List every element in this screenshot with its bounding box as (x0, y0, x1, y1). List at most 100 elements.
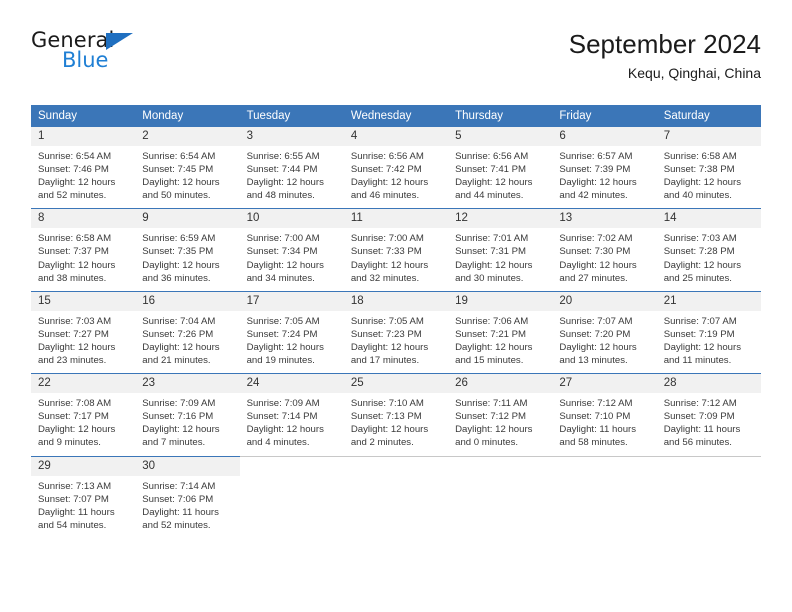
day-details: Sunrise: 7:00 AM Sunset: 7:33 PM Daylight:… (344, 228, 448, 290)
calendar-day-cell[interactable]: 14 Sunrise: 7:03 AM Sunset: 7:28 PM Dayligh… (656, 208, 761, 290)
calendar-day-cell[interactable]: 28 Sunrise: 7:12 AM Sunset: 7:09 PM Dayligh… (656, 373, 761, 455)
calendar-day-cell[interactable]: 27 Sunrise: 7:12 AM Sunset: 7:10 PM Dayligh… (552, 373, 657, 455)
calendar-day-cell[interactable]: 1 Sunrise: 6:54 AM Sunset: 7:46 PM Daylight… (31, 127, 136, 208)
sunset-text: Sunset: 7:06 PM (142, 493, 214, 505)
calendar-day-cell[interactable]: 23 Sunrise: 7:09 AM Sunset: 7:16 PM Dayligh… (135, 373, 240, 455)
calendar-week-row: 22 Sunrise: 7:08 AM Sunset: 7:17 PM Dayligh… (31, 373, 761, 455)
calendar-day-cell[interactable]: 5 Sunrise: 6:56 AM Sunset: 7:41 PM Daylight… (448, 127, 553, 208)
calendar-day-cell[interactable]: 9 Sunrise: 6:59 AM Sunset: 7:35 PM Daylight… (135, 208, 240, 290)
calendar-day-cell[interactable] (552, 455, 657, 538)
calendar-day-cell[interactable]: 21 Sunrise: 7:07 AM Sunset: 7:19 PM Dayligh… (656, 290, 761, 373)
daylight-text-line1: Daylight: 12 hours (246, 177, 324, 189)
calendar-day-cell[interactable]: 25 Sunrise: 7:10 AM Sunset: 7:13 PM Dayligh… (343, 373, 449, 455)
sunrise-text: Sunrise: 7:09 AM (142, 398, 216, 410)
day-number: 6 (552, 127, 657, 146)
daylight-text-line1: Daylight: 12 hours (350, 259, 429, 271)
sunrise-text: Sunrise: 6:55 AM (246, 151, 320, 162)
daylight-text-line1: Daylight: 11 hours (38, 506, 115, 518)
day-details: Sunrise: 7:01 AM Sunset: 7:31 PM Daylight:… (448, 228, 552, 290)
sunrise-text: Sunrise: 6:54 AM (142, 151, 216, 162)
calendar-day-cell[interactable] (448, 455, 553, 538)
daylight-text-line1: Daylight: 12 hours (350, 424, 429, 436)
daylight-text-line1: Daylight: 12 hours (142, 177, 220, 189)
sunset-text: Sunset: 7:24 PM (246, 328, 318, 340)
day-details: Sunrise: 7:07 AM Sunset: 7:19 PM Daylight:… (657, 311, 761, 373)
calendar-day: 29 Sunrise: 7:13 AM Sunset: 7:07 PM Dayligh… (31, 455, 136, 538)
day-number: 25 (343, 374, 449, 394)
sunrise-text: Sunrise: 7:00 AM (246, 233, 320, 245)
calendar-day: 20 Sunrise: 7:07 AM Sunset: 7:20 PM Dayligh… (552, 290, 657, 373)
daylight-text-line2: and 4 minutes. (246, 437, 310, 449)
day-number: 21 (656, 291, 761, 311)
daylight-text-line1: Daylight: 12 hours (559, 177, 637, 189)
sunrise-text: Sunrise: 7:12 AM (559, 398, 633, 410)
calendar-week-row: 1 Sunrise: 6:54 AM Sunset: 7:46 PM Daylight… (31, 127, 761, 208)
calendar-day-cell[interactable]: 10 Sunrise: 7:00 AM Sunset: 7:34 PM Dayligh… (239, 208, 344, 290)
daylight-text-line2: and 32 minutes. (350, 272, 420, 284)
sunset-text: Sunset: 7:23 PM (350, 328, 422, 340)
sunrise-text: Sunrise: 7:00 AM (350, 233, 424, 245)
daylight-text-line2: and 17 minutes. (350, 355, 420, 367)
sunrise-text: Sunrise: 6:59 AM (142, 233, 216, 245)
calendar-day: 17 Sunrise: 7:05 AM Sunset: 7:24 PM Dayligh… (239, 290, 344, 373)
daylight-text-line1: Daylight: 12 hours (142, 341, 220, 353)
calendar-day-cell[interactable]: 24 Sunrise: 7:09 AM Sunset: 7:14 PM Dayligh… (239, 373, 344, 455)
calendar-day-cell[interactable]: 19 Sunrise: 7:06 AM Sunset: 7:21 PM Dayligh… (448, 290, 553, 373)
calendar-day-cell[interactable]: 6 Sunrise: 6:57 AM Sunset: 7:39 PM Daylight… (552, 127, 657, 208)
weekday-header-tuesday: Tuesday (239, 105, 344, 127)
day-details (448, 476, 552, 486)
daylight-text-line1: Daylight: 12 hours (350, 341, 429, 353)
daylight-text-line2: and 21 minutes. (142, 355, 211, 367)
calendar-day-cell[interactable]: 26 Sunrise: 7:11 AM Sunset: 7:12 PM Dayligh… (448, 373, 553, 455)
title-block: September 2024 Kequ, Qinghai, China (569, 28, 761, 83)
logo-text-blue: Blue (62, 48, 109, 72)
daylight-text-line1: Daylight: 12 hours (559, 341, 637, 353)
sunrise-text: Sunrise: 7:09 AM (246, 398, 320, 410)
calendar-day-cell[interactable]: 20 Sunrise: 7:07 AM Sunset: 7:20 PM Dayligh… (552, 290, 657, 373)
sunset-text: Sunset: 7:09 PM (663, 411, 735, 423)
day-number: 22 (31, 374, 136, 394)
day-details: Sunrise: 7:13 AM Sunset: 7:07 PM Daylight:… (31, 476, 135, 538)
calendar-day-cell[interactable]: 15 Sunrise: 7:03 AM Sunset: 7:27 PM Dayligh… (31, 290, 136, 373)
day-details (240, 476, 344, 486)
calendar-day: 8 Sunrise: 6:58 AM Sunset: 7:37 PM Daylight… (31, 208, 136, 290)
sunrise-text: Sunrise: 7:04 AM (142, 315, 216, 327)
sunrise-text: Sunrise: 6:58 AM (663, 151, 737, 162)
day-details (657, 476, 761, 486)
day-number: 9 (135, 209, 240, 229)
calendar-day-cell[interactable]: 4 Sunrise: 6:56 AM Sunset: 7:42 PM Daylight… (343, 127, 449, 208)
calendar-day: 22 Sunrise: 7:08 AM Sunset: 7:17 PM Dayligh… (31, 373, 136, 455)
calendar-day-cell[interactable]: 22 Sunrise: 7:08 AM Sunset: 7:17 PM Dayligh… (31, 373, 136, 455)
sunset-text: Sunset: 7:42 PM (350, 164, 422, 176)
sunset-text: Sunset: 7:10 PM (559, 411, 631, 423)
sunset-text: Sunset: 7:38 PM (663, 164, 735, 176)
day-details: Sunrise: 7:04 AM Sunset: 7:26 PM Daylight:… (135, 311, 239, 373)
calendar-day-cell[interactable] (656, 455, 761, 538)
calendar-day-cell[interactable]: 17 Sunrise: 7:05 AM Sunset: 7:24 PM Dayligh… (239, 290, 344, 373)
calendar-day-cell[interactable] (239, 455, 344, 538)
day-details: Sunrise: 7:10 AM Sunset: 7:13 PM Daylight:… (344, 393, 448, 455)
calendar-day-cell[interactable]: 13 Sunrise: 7:02 AM Sunset: 7:30 PM Dayligh… (552, 208, 657, 290)
weekday-header-wednesday: Wednesday (343, 105, 449, 127)
sunrise-text: Sunrise: 7:13 AM (38, 480, 112, 492)
calendar-day-cell[interactable]: 16 Sunrise: 7:04 AM Sunset: 7:26 PM Dayligh… (135, 290, 240, 373)
daylight-text-line2: and 56 minutes. (663, 437, 732, 449)
calendar-day-cell[interactable]: 18 Sunrise: 7:05 AM Sunset: 7:23 PM Dayligh… (343, 290, 449, 373)
calendar-day-cell[interactable]: 8 Sunrise: 6:58 AM Sunset: 7:37 PM Daylight… (31, 208, 136, 290)
calendar-day-cell[interactable]: 12 Sunrise: 7:01 AM Sunset: 7:31 PM Dayligh… (448, 208, 553, 290)
day-number: 15 (31, 291, 136, 311)
daylight-text-line1: Daylight: 12 hours (455, 177, 533, 189)
calendar-day-cell[interactable]: 11 Sunrise: 7:00 AM Sunset: 7:33 PM Dayligh… (343, 208, 449, 290)
general-blue-logo[interactable]: General Blue (31, 28, 251, 86)
day-details: Sunrise: 7:08 AM Sunset: 7:17 PM Daylight:… (31, 393, 135, 455)
calendar-day-cell[interactable] (343, 455, 449, 538)
calendar-day-cell[interactable]: 30 Sunrise: 7:14 AM Sunset: 7:06 PM Dayligh… (135, 455, 240, 538)
calendar-day-cell[interactable]: 3 Sunrise: 6:55 AM Sunset: 7:44 PM Daylight… (239, 127, 344, 208)
sunset-text: Sunset: 7:17 PM (38, 411, 109, 423)
day-number (239, 456, 344, 476)
calendar-day-cell[interactable]: 29 Sunrise: 7:13 AM Sunset: 7:07 PM Dayligh… (31, 455, 136, 538)
calendar-day-cell[interactable]: 7 Sunrise: 6:58 AM Sunset: 7:38 PM Daylight… (656, 127, 761, 208)
day-number: 13 (552, 209, 657, 229)
calendar-day-cell[interactable]: 2 Sunrise: 6:54 AM Sunset: 7:45 PM Daylight… (135, 127, 240, 208)
calendar-day-empty (239, 455, 344, 536)
